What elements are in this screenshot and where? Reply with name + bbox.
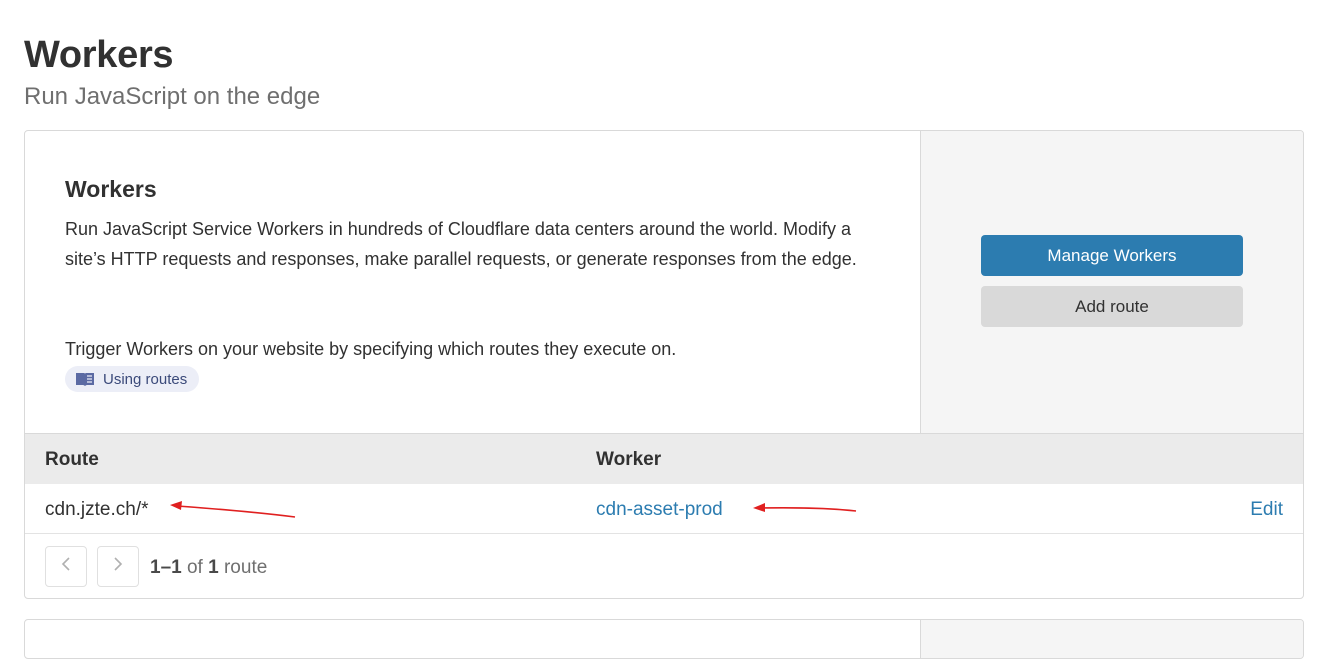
add-route-button[interactable]: Add route bbox=[981, 286, 1243, 327]
column-header-worker: Worker bbox=[596, 449, 662, 470]
next-card bbox=[24, 619, 1304, 659]
page-title: Workers bbox=[24, 34, 174, 76]
card-info: Workers Run JavaScript Service Workers i… bbox=[25, 131, 920, 433]
pagination-summary: 1–1 of 1 route bbox=[150, 557, 267, 579]
next-page-button[interactable] bbox=[97, 546, 139, 587]
pagination: 1–1 of 1 route bbox=[25, 534, 1303, 598]
route-cell: cdn.jzte.ch/* bbox=[45, 499, 149, 520]
table-row: cdn.jzte.ch/* cdn-asset-prod Edit bbox=[25, 484, 1303, 534]
edit-route-link[interactable]: Edit bbox=[1250, 499, 1283, 521]
pagination-total: 1 bbox=[208, 557, 219, 578]
routes-table-header: Route Worker bbox=[25, 433, 1303, 484]
chevron-right-icon bbox=[113, 556, 123, 577]
worker-link[interactable]: cdn-asset-prod bbox=[596, 499, 723, 521]
pagination-of: of bbox=[186, 557, 203, 578]
card-trigger-text: Trigger Workers on your website by speci… bbox=[65, 339, 677, 359]
pagination-unit: route bbox=[223, 557, 268, 578]
prev-page-button[interactable] bbox=[45, 546, 87, 587]
column-header-route: Route bbox=[45, 449, 99, 470]
next-card-side bbox=[920, 620, 1303, 658]
book-icon bbox=[75, 371, 95, 387]
card-header-section: Workers Run JavaScript Service Workers i… bbox=[25, 131, 1303, 433]
using-routes-link[interactable]: Using routes bbox=[65, 366, 200, 392]
card-title: Workers bbox=[65, 176, 157, 202]
page-subtitle: Run JavaScript on the edge bbox=[24, 83, 321, 110]
annotation-arrow-icon bbox=[170, 501, 296, 518]
workers-card: Workers Run JavaScript Service Workers i… bbox=[24, 130, 1304, 599]
using-routes-label: Using routes bbox=[103, 370, 188, 388]
manage-workers-button[interactable]: Manage Workers bbox=[981, 235, 1243, 276]
annotation-arrow-icon bbox=[753, 503, 857, 512]
card-description: Run JavaScript Service Workers in hundre… bbox=[65, 219, 857, 269]
chevron-left-icon bbox=[61, 556, 71, 577]
card-actions: Manage Workers Add route bbox=[920, 131, 1303, 433]
pagination-range: 1–1 bbox=[150, 557, 182, 578]
